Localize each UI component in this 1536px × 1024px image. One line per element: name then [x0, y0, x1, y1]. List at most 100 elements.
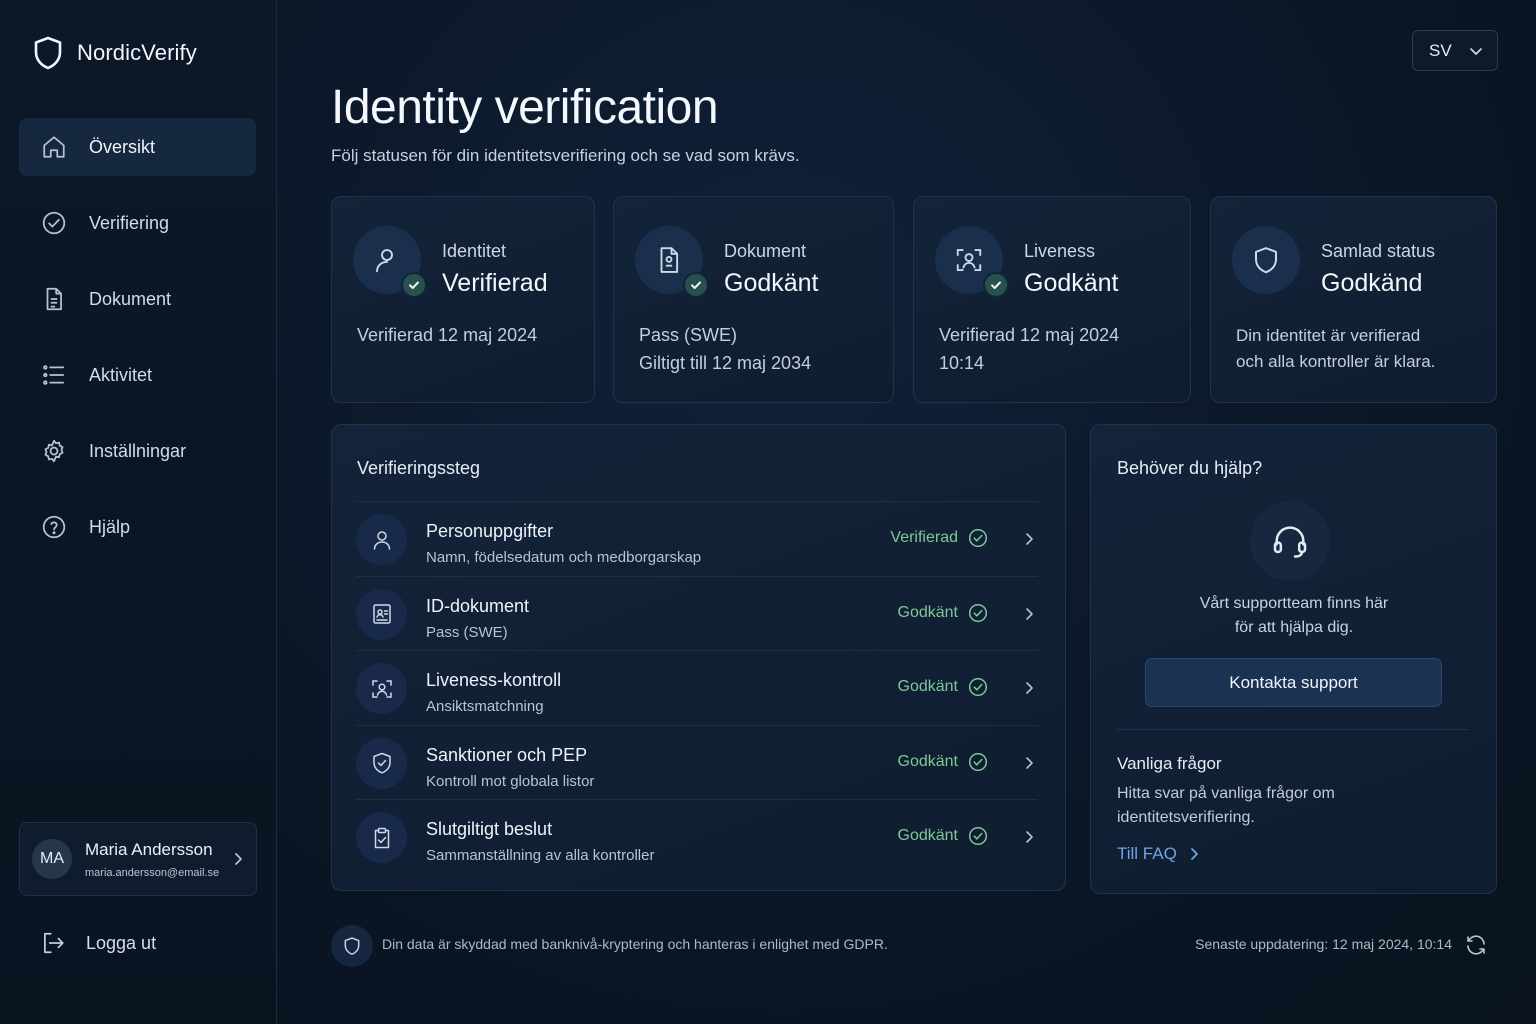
stat-icon	[353, 226, 427, 298]
stat-detail-line: Verifierad 12 maj 2024	[939, 325, 1120, 345]
step-subtitle: Ansiktsmatchning	[426, 698, 544, 715]
stat-label: Liveness	[1024, 241, 1096, 261]
status-label: Godkänt	[897, 603, 958, 621]
chevron-right-icon	[1189, 846, 1199, 862]
user-profile-card[interactable]: MA Maria Andersson maria.andersson@email…	[19, 822, 257, 896]
sidebar-nav: Översikt Verifiering Dokument Aktivitet …	[19, 118, 256, 574]
document-icon	[41, 286, 67, 312]
check-circle-icon	[968, 603, 988, 623]
sidebar-item-dokument[interactable]: Dokument	[19, 270, 256, 328]
brand[interactable]: NordicVerify	[33, 36, 197, 70]
security-notice: Din data är skyddad med banknivå-krypter…	[382, 936, 888, 952]
stat-card-samlad-status[interactable]: Samlad status Godkänd Din identitet är v…	[1210, 196, 1497, 403]
check-circle-icon	[968, 826, 988, 846]
step-subtitle: Namn, födelsedatum och medborgarskap	[426, 549, 702, 566]
chevron-right-icon	[1024, 531, 1034, 547]
stat-icon	[635, 226, 709, 298]
sidebar-item-label: Inställningar	[89, 440, 187, 461]
step-subtitle: Sammanställning av alla kontroller	[426, 847, 655, 864]
brand-name: NordicVerify	[77, 40, 197, 65]
stat-icon	[935, 226, 1009, 298]
step-row-liveness-kontroll[interactable]: Liveness-kontroll Ansiktsmatchning Godkä…	[356, 650, 1038, 725]
user-email: maria.andersson@email.se	[85, 866, 220, 879]
check-circle-icon	[968, 752, 988, 772]
stat-value: Godkänt	[1024, 269, 1119, 297]
help-title: Behöver du hjälp?	[1117, 458, 1263, 478]
status-badge: Godkänt	[898, 677, 988, 697]
stat-card-identitet[interactable]: Identitet Verifierad Verifierad 12 maj 2…	[331, 196, 595, 403]
status-label: Verifierad	[890, 529, 958, 546]
stat-detail-line: Pass (SWE)	[639, 325, 738, 345]
last-updated: Senaste uppdatering: 12 maj 2024, 10:14	[1195, 936, 1452, 952]
status-badge: Godkänt	[898, 752, 988, 772]
step-row-sanktioner-och-pep[interactable]: Sanktioner och PEP Kontroll mot globala …	[356, 724, 1038, 800]
shield-check-icon	[356, 737, 407, 789]
stat-detail-line: Giltigt till 12 maj 2034	[639, 353, 812, 373]
sidebar-item-label: Översikt	[89, 136, 156, 157]
check-circle-icon	[968, 677, 988, 697]
check-badge-icon	[683, 272, 709, 298]
check-badge-icon	[983, 272, 1009, 298]
stat-detail-line: 10:14	[939, 353, 985, 373]
check-badge-icon	[401, 272, 427, 298]
stat-icon	[1232, 226, 1300, 294]
user-icon	[356, 514, 407, 565]
chevron-right-icon	[1024, 680, 1034, 696]
gear-icon	[41, 438, 67, 464]
stat-detail: Verifierad 12 maj 2024 10:14	[939, 321, 1119, 377]
user-name: Maria Andersson	[85, 839, 213, 859]
face-scan-icon	[954, 245, 984, 275]
stat-detail: Pass (SWE) Giltigt till 12 maj 2034	[639, 321, 811, 377]
logout-icon	[40, 930, 66, 956]
status-label: Godkänt	[897, 827, 958, 844]
step-row-slutgiltigt-beslut[interactable]: Slutgiltigt beslut Sammanställning av al…	[356, 799, 1038, 874]
faq-link[interactable]: Till FAQ	[1117, 844, 1199, 864]
sidebar: NordicVerify Översikt Verifiering Dokume…	[0, 0, 277, 1024]
help-text-line: Vårt supportteam finns här	[1199, 595, 1389, 612]
headset-icon	[1250, 501, 1330, 581]
section-title: Verifieringssteg	[357, 458, 481, 478]
chevron-right-icon	[1024, 606, 1034, 622]
stat-label: Identitet	[442, 241, 507, 261]
step-subtitle: Kontroll mot globala listor	[426, 772, 595, 790]
logout-button[interactable]: Logga ut	[40, 930, 156, 956]
sidebar-item-aktivitet[interactable]: Aktivitet	[19, 346, 256, 404]
status-label: Godkänt	[897, 752, 958, 770]
faq-text: Hitta svar på vanliga frågor om identite…	[1117, 785, 1335, 826]
chevron-right-icon	[1024, 755, 1034, 771]
status-badge: Godkänt	[898, 603, 988, 623]
page-title: Identity verification	[331, 81, 719, 134]
step-row-id-dokument[interactable]: ID-dokument Pass (SWE) Godkänt	[356, 575, 1038, 651]
sidebar-item-verifiering[interactable]: Verifiering	[19, 194, 256, 252]
language-value: SV	[1429, 40, 1452, 60]
contact-support-button[interactable]: Kontakta support	[1145, 658, 1442, 707]
chevron-down-icon	[1469, 46, 1483, 56]
step-title: Liveness-kontroll	[426, 670, 562, 690]
stat-label: Samlad status	[1321, 241, 1436, 261]
help-icon	[41, 514, 67, 540]
refresh-icon[interactable]	[1464, 933, 1488, 957]
sidebar-item-label: Verifiering	[89, 212, 170, 233]
avatar: MA	[32, 839, 72, 879]
stat-detail: Din identitet är verifierad och alla kon…	[1236, 323, 1435, 375]
help-text: Vårt supportteam finns här för att hjälp…	[1091, 592, 1497, 640]
step-title: Sanktioner och PEP	[426, 744, 588, 765]
step-row-personuppgifter[interactable]: Personuppgifter Namn, födelsedatum och m…	[356, 501, 1038, 576]
logout-label: Logga ut	[86, 932, 157, 953]
steps-list: Personuppgifter Namn, födelsedatum och m…	[356, 501, 1038, 874]
shield-logo-icon	[33, 36, 63, 70]
stat-card-dokument[interactable]: Dokument Godkänt Pass (SWE) Giltigt till…	[613, 196, 894, 403]
sidebar-item-installningar[interactable]: Inställningar	[19, 422, 256, 480]
stat-label: Dokument	[724, 241, 807, 261]
sidebar-item-hjalp[interactable]: Hjälp	[19, 498, 256, 556]
status-label: Godkänt	[897, 678, 958, 695]
stat-detail-line: Verifierad 12 maj 2024	[357, 325, 538, 345]
stat-detail: Verifierad 12 maj 2024	[357, 321, 537, 349]
language-select[interactable]: SV	[1412, 30, 1498, 71]
stat-value: Verifierad	[442, 269, 548, 297]
home-icon	[41, 134, 67, 160]
sidebar-item-oversikt[interactable]: Översikt	[19, 118, 256, 176]
faq-link-label: Till FAQ	[1117, 844, 1177, 863]
clipboard-check-icon	[356, 812, 407, 863]
stat-card-liveness[interactable]: Liveness Godkänt Verifierad 12 maj 2024 …	[913, 196, 1191, 403]
